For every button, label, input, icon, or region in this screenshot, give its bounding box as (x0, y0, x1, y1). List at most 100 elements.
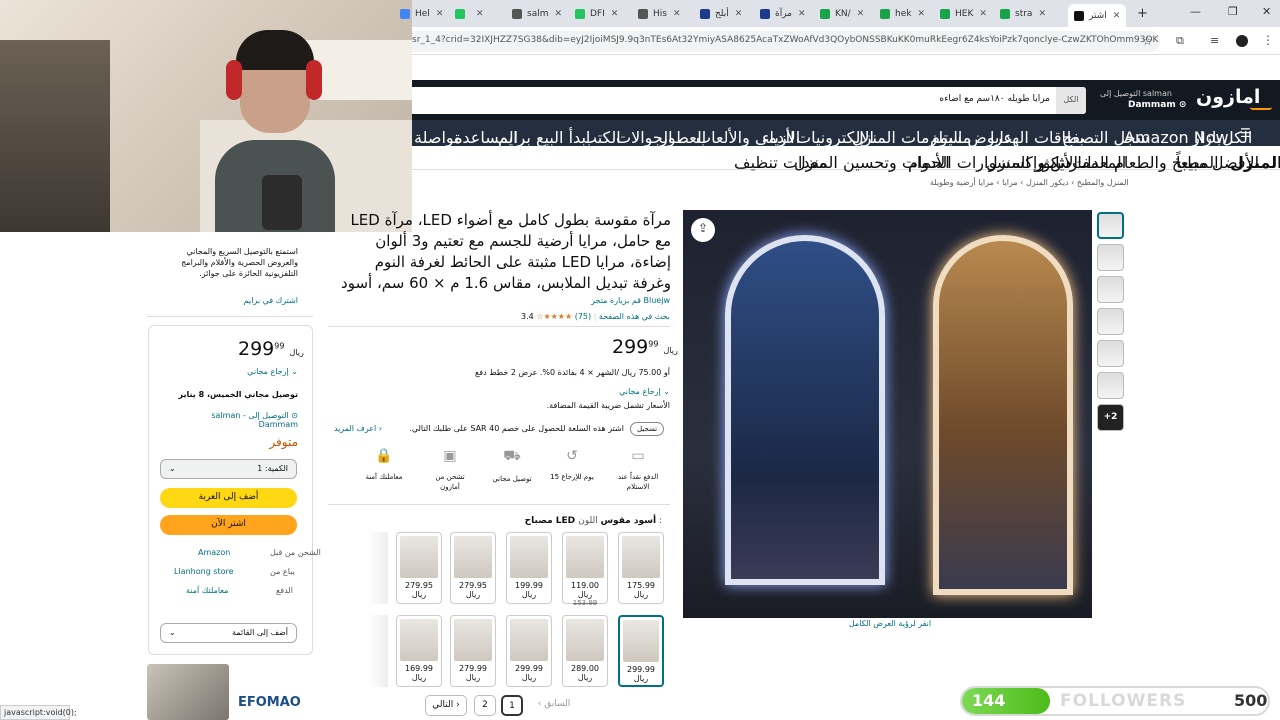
search-category-select[interactable]: الكل (1056, 87, 1086, 114)
nav-item[interactable]: الجوالات (616, 128, 673, 147)
tab-label: HEK (955, 9, 974, 19)
next-page-button[interactable]: التالي › (425, 695, 467, 716)
tab-2[interactable]: salm ✕ (512, 4, 562, 24)
color-variant[interactable]: 119.00 ريال 153.99 (562, 532, 608, 607)
prime-signup-link[interactable]: اشترك في برايم (200, 296, 298, 305)
tab-11[interactable]: اشتر ✕ (1068, 4, 1127, 27)
rating-count[interactable]: (75) (575, 312, 591, 321)
profile-avatar[interactable] (1236, 35, 1248, 47)
tab-4[interactable]: His ✕ (638, 4, 681, 24)
truck-icon: ⛟ (503, 448, 521, 464)
nav-item[interactable]: المساعدة (454, 128, 518, 147)
amazon-logo[interactable]: امازون (1196, 86, 1260, 108)
color-variant[interactable]: 299.99 ريال (506, 615, 552, 687)
thumbnail[interactable] (1097, 340, 1124, 367)
buybox-returns-link[interactable]: إرجاع مجاني ⌄ (240, 367, 298, 376)
tab-7[interactable]: KN/ ✕ (820, 4, 864, 24)
tab-0[interactable]: Hel ✕ (400, 4, 443, 24)
color-variant[interactable]: 279.95 ريال (450, 532, 496, 604)
tab-close-icon[interactable]: ✕ (611, 9, 619, 19)
deliver-to-link[interactable]: ⊙ التوصيل إلى salman - Dammam (170, 411, 298, 429)
search-page-link[interactable]: بحث في هذه الصفحة (599, 312, 670, 321)
feature-label: معاملتك آمنة (365, 473, 403, 481)
full-view-link[interactable]: انقر لرؤية العرض الكامل (790, 619, 990, 628)
maximize-icon[interactable]: ❐ (1228, 5, 1238, 18)
returns-link[interactable]: إرجاع مجاني ⌄ (590, 387, 670, 396)
bookmark-star-icon[interactable]: ☆ (1142, 34, 1153, 48)
more-thumbnails-button[interactable]: +2 (1097, 404, 1124, 431)
product-main-image[interactable]: ⇪ (683, 210, 1092, 618)
tab-close-icon[interactable]: ✕ (1113, 11, 1121, 21)
ships-from-label: الشحن من قبل (270, 548, 321, 557)
variant-price: 289.00 ريال (571, 664, 599, 682)
media-icon[interactable]: ≡ (1210, 34, 1219, 47)
thumbnail[interactable] (1097, 244, 1124, 271)
nav-item[interactable]: مواصلة (414, 128, 463, 147)
coupon-learn-more[interactable]: اعرف المزيد › (332, 424, 382, 433)
color-variant[interactable]: 169.99 ريال (396, 615, 442, 687)
buy-now-button[interactable]: اشتر الآن (160, 515, 297, 535)
color-variant[interactable]: 175.99 ريال (618, 532, 664, 604)
sold-by-value[interactable]: Llanhong store (174, 567, 234, 576)
color-variant[interactable]: 279.99 ريال (450, 615, 496, 687)
tab-close-icon[interactable]: ✕ (798, 9, 806, 19)
tab-close-icon[interactable]: ✕ (1038, 9, 1046, 19)
deliver-to-label[interactable]: التوصيل إلى salman (1100, 89, 1172, 98)
close-window-icon[interactable]: ✕ (1262, 5, 1271, 18)
star-rating-icon[interactable]: ★★★★☆ (536, 312, 572, 321)
nav-item[interactable]: الإلكترونيات (796, 128, 874, 147)
page-1-button[interactable]: 1 (501, 695, 523, 716)
payment-value[interactable]: معاملتك آمنة (186, 586, 228, 595)
delivery-date: توصيل مجاني الخميس، 8 يناير (178, 390, 298, 399)
tab-close-icon[interactable]: ✕ (979, 9, 987, 19)
subnav-item[interactable]: المطبخ والطعام (1114, 153, 1219, 172)
thumbnail[interactable] (1097, 276, 1124, 303)
menu-icon[interactable]: ⋮ (1262, 33, 1274, 47)
tab-close-icon[interactable]: ✕ (673, 9, 681, 19)
ad-brand-logo[interactable]: EFOMAO (238, 695, 301, 710)
page-2-button[interactable]: 2 (474, 695, 496, 716)
tab-10[interactable]: stra ✕ (1000, 4, 1046, 24)
add-to-list-select[interactable]: أضف إلى القائمة ⌄ (160, 623, 297, 643)
color-variant[interactable]: 279.95 ريال (396, 532, 442, 604)
tab-close-icon[interactable]: ✕ (857, 9, 865, 19)
tab-close-icon[interactable]: ✕ (476, 9, 484, 19)
breadcrumb[interactable]: المنزل والمطبخ › ديكور المنزل › مرايا › … (930, 178, 1129, 187)
quantity-select[interactable]: الكمية: 1 ⌄ (160, 459, 297, 479)
tab-close-icon[interactable]: ✕ (735, 9, 743, 19)
coupon-checkbox-tag[interactable]: تسجيل (630, 422, 664, 436)
tab-close-icon[interactable]: ✕ (554, 9, 562, 19)
feature-item: ▭ الدفع نقداً عند الاستلام (616, 448, 660, 492)
installment-offer[interactable]: أو 75.00 ريال /الشهر × 4 بفائدة 0%. عرض … (430, 368, 670, 377)
ad-chair-image[interactable] (147, 664, 229, 720)
minimize-icon[interactable]: — (1190, 5, 1201, 18)
color-variant[interactable]: 289.00 ريال (562, 615, 608, 687)
store-link[interactable]: قم بزيارة متجر Bluejw (560, 296, 670, 305)
thumbnail[interactable] (1097, 212, 1124, 239)
extensions-icon[interactable]: ⧉ (1176, 34, 1184, 48)
tab-9[interactable]: HEK ✕ (940, 4, 987, 24)
prev-page-button[interactable]: ‹ السابق (530, 695, 578, 716)
hamburger-menu-icon[interactable]: ☰ (1240, 126, 1251, 140)
tab-close-icon[interactable]: ✕ (917, 9, 925, 19)
tab-5[interactable]: أبلج ✕ (700, 4, 742, 24)
color-variant[interactable]: 199.99 ريال (506, 532, 552, 604)
new-tab-icon[interactable]: + (1137, 6, 1148, 21)
thumbnail[interactable] (1097, 372, 1124, 399)
url-field[interactable]: sr_1_4?crid=32IXJHZZ7SG38&dib=eyJ2IjoiMS… (400, 31, 1160, 52)
tab-close-icon[interactable]: ✕ (436, 9, 444, 19)
ships-from-value[interactable]: Amazon (198, 548, 230, 557)
subnav-item[interactable]: معدات تنظيف (734, 153, 827, 172)
color-variant[interactable]: 299.99 ريال (618, 615, 664, 687)
share-icon[interactable]: ⇪ (691, 218, 715, 242)
tab-6[interactable]: مرآة ✕ (760, 4, 806, 24)
nav-item[interactable]: الدمى والألعاب (696, 128, 795, 147)
tab-3[interactable]: DFI ✕ (575, 4, 618, 24)
deliver-city[interactable]: Dammam ⊙ (1128, 100, 1186, 110)
nav-item[interactable]: ابدأ البيع (536, 128, 590, 147)
add-to-cart-button[interactable]: أضف إلى العربة (160, 488, 297, 508)
variant-price: 169.99 ريال (405, 664, 433, 682)
tab-1[interactable]: ✕ (455, 4, 484, 24)
tab-8[interactable]: hek ✕ (880, 4, 925, 24)
thumbnail[interactable] (1097, 308, 1124, 335)
